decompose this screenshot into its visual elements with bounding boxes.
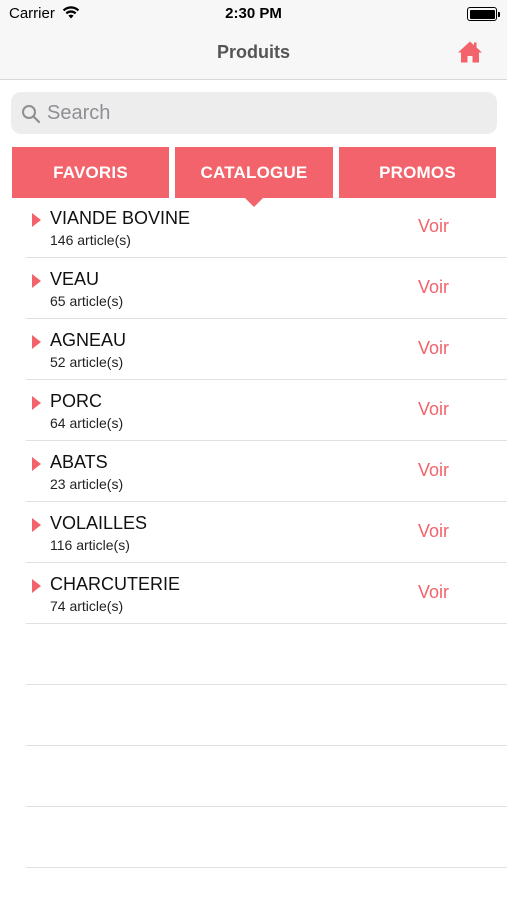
voir-button[interactable]: Voir: [418, 399, 449, 420]
category-name: VEAU: [50, 269, 100, 289]
tab-label: CATALOGUE: [200, 162, 308, 182]
tab-promos[interactable]: PROMOS: [339, 147, 496, 198]
battery-icon: [467, 7, 500, 21]
status-bar: Carrier 2:30 PM: [0, 0, 507, 28]
tab-label: FAVORIS: [53, 162, 128, 182]
empty-row: [26, 685, 507, 746]
list-item[interactable]: CHARCUTERIE 74 article(s) Voir: [26, 563, 507, 624]
list-item[interactable]: VIANDE BOVINE 146 article(s) Voir: [26, 197, 507, 258]
article-count: 52 article(s): [50, 354, 124, 370]
category-name: VOLAILLES: [50, 513, 148, 533]
status-time: 2:30 PM: [225, 5, 282, 22]
expand-arrow-icon[interactable]: [32, 335, 41, 349]
search-bar: [11, 92, 497, 134]
expand-arrow-icon[interactable]: [32, 518, 41, 532]
list-item[interactable]: PORC 64 article(s) Voir: [26, 380, 507, 441]
voir-button[interactable]: Voir: [418, 216, 449, 237]
category-name: AGNEAU: [50, 330, 127, 350]
expand-arrow-icon[interactable]: [32, 396, 41, 410]
list-item[interactable]: VEAU 65 article(s) Voir: [26, 258, 507, 319]
category-name: PORC: [50, 391, 103, 411]
list-item[interactable]: ABATS 23 article(s) Voir: [26, 441, 507, 502]
expand-arrow-icon[interactable]: [32, 579, 41, 593]
expand-arrow-icon[interactable]: [32, 457, 41, 471]
voir-button[interactable]: Voir: [418, 277, 449, 298]
article-count: 116 article(s): [50, 537, 130, 553]
voir-button[interactable]: Voir: [418, 460, 449, 481]
category-name: VIANDE BOVINE: [50, 208, 191, 228]
voir-button[interactable]: Voir: [418, 582, 449, 603]
list-item[interactable]: VOLAILLES 116 article(s) Voir: [26, 502, 507, 563]
voir-button[interactable]: Voir: [418, 521, 449, 542]
segment-tabs: FAVORIS CATALOGUE PROMOS: [12, 147, 496, 207]
list-item[interactable]: AGNEAU 52 article(s) Voir: [26, 319, 507, 380]
category-list: VIANDE BOVINE 146 article(s) Voir VEAU 6…: [26, 197, 507, 868]
home-icon[interactable]: [457, 40, 483, 64]
search-box[interactable]: [11, 92, 497, 134]
page-title: Produits: [216, 42, 290, 62]
empty-row: [26, 624, 507, 685]
article-count: 146 article(s): [50, 232, 131, 248]
article-count: 23 article(s): [50, 476, 124, 492]
empty-row: [26, 746, 507, 807]
article-count: 74 article(s): [50, 598, 124, 614]
tab-label: PROMOS: [379, 162, 456, 182]
tab-favoris[interactable]: FAVORIS: [12, 147, 169, 198]
search-icon: [22, 105, 41, 124]
category-name: ABATS: [50, 452, 108, 472]
empty-row: [26, 807, 507, 868]
navigation-bar: Produits: [0, 28, 507, 80]
expand-arrow-icon[interactable]: [32, 213, 41, 227]
expand-arrow-icon[interactable]: [32, 274, 41, 288]
search-input[interactable]: [47, 92, 487, 134]
category-name: CHARCUTERIE: [50, 574, 181, 594]
article-count: 64 article(s): [50, 415, 124, 431]
voir-button[interactable]: Voir: [418, 338, 449, 359]
tab-catalogue[interactable]: CATALOGUE: [175, 147, 333, 207]
article-count: 65 article(s): [50, 293, 124, 309]
screen: Carrier 2:30 PM Produits FAVORIS: [0, 0, 507, 900]
